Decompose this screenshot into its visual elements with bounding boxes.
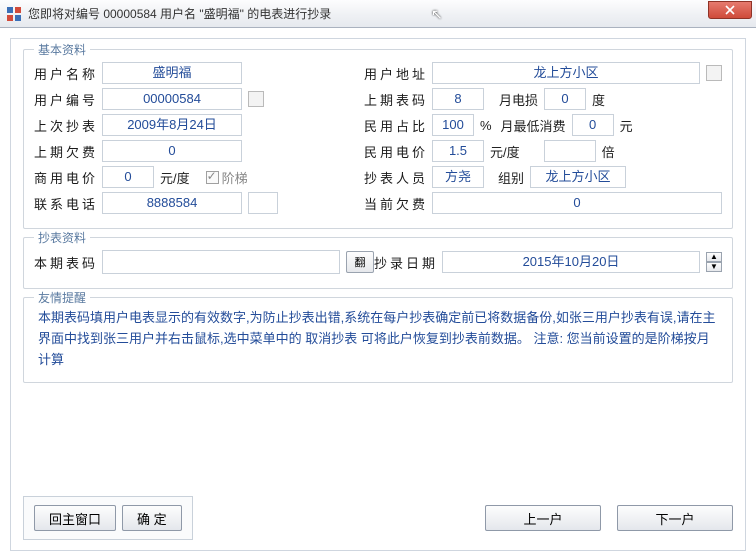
multiplier-unit: 倍 [602,142,615,161]
curcode-label: 本期表码 [34,253,96,272]
curcode-input[interactable] [102,250,340,274]
minconsume-label: 月最低消费 [498,116,566,135]
civilprice-unit: 元/度 [490,142,520,161]
footer-left-buttons: 回主窗口 确 定 [23,496,193,540]
username-label: 用户名称 [34,64,96,83]
prevcode-label: 上期表码 [364,90,426,109]
phone-extra-box[interactable] [248,192,278,214]
civilprice-label: 民用电价 [364,142,426,161]
ok-button[interactable]: 确 定 [122,505,182,531]
prevcode-field[interactable]: 8 [432,88,484,110]
monthloss-unit: 度 [592,90,605,109]
curarrears-label: 当前欠费 [364,194,426,213]
group-tip-legend: 友情提醒 [34,289,90,306]
spinner-down-icon[interactable]: ▼ [706,262,722,272]
cursor-icon: ↖ [431,6,443,23]
prevarrears-label: 上期欠费 [34,142,96,161]
monthloss-label: 月电损 [490,90,538,109]
group-label: 组别 [490,168,524,187]
ladder-label: 阶梯 [222,168,248,187]
bizprice-label: 商用电价 [34,168,96,187]
footer-right-buttons: 上一户 下一户 [485,505,733,531]
bizprice-unit: 元/度 [160,168,190,187]
phone-field[interactable]: 8888584 [102,192,242,214]
tip-text: 本期表码填用户电表显示的有效数字,为防止抄表出错,系统在每户抄表确定前已将数据备… [34,306,722,372]
group-basic-legend: 基本资料 [34,41,90,58]
spinner-up-icon[interactable]: ▲ [706,252,722,262]
civilprice-field[interactable]: 1.5 [432,140,484,162]
window-close-button[interactable] [708,1,752,19]
date-spinner[interactable]: ▲ ▼ [706,252,722,272]
close-icon [725,5,735,15]
multiplier-field[interactable] [544,140,596,162]
userno-field[interactable]: 00000584 [102,88,242,110]
footer: 回主窗口 确 定 上一户 下一户 [23,496,733,540]
monthloss-field[interactable]: 0 [544,88,586,110]
prev-user-button[interactable]: 上一户 [485,505,601,531]
username-field[interactable]: 盛明福 [102,62,242,84]
minconsume-unit: 元 [620,116,633,135]
phone-label: 联系电话 [34,194,96,213]
back-button[interactable]: 回主窗口 [34,505,116,531]
bizprice-field[interactable]: 0 [102,166,154,188]
app-icon [6,6,22,22]
group-reading-legend: 抄表资料 [34,229,90,246]
civilratio-unit: % [480,118,492,133]
userno-label: 用户编号 [34,90,96,109]
group-reading: 抄表资料 本期表码 翻 抄录日期 2015年10月20日 ▲ ▼ [23,237,733,289]
group-tip: 友情提醒 本期表码填用户电表显示的有效数字,为防止抄表出错,系统在每户抄表确定前… [23,297,733,383]
client-area: 基本资料 用户名称 盛明福 用户地址 龙上方小区 用户编号 00000584 上… [10,38,746,551]
readdate-field[interactable]: 2015年10月20日 [442,251,700,273]
minconsume-field[interactable]: 0 [572,114,614,136]
checkbox-icon [206,171,219,184]
curarrears-field[interactable]: 0 [432,192,722,214]
userno-checkbox[interactable] [248,91,264,107]
civilratio-field[interactable]: 100 [432,114,474,136]
flip-button[interactable]: 翻 [346,251,374,273]
lastread-field[interactable]: 2009年8月24日 [102,114,242,136]
group-field[interactable]: 龙上方小区 [530,166,626,188]
group-basic: 基本资料 用户名称 盛明福 用户地址 龙上方小区 用户编号 00000584 上… [23,49,733,229]
next-user-button[interactable]: 下一户 [617,505,733,531]
reader-label: 抄表人员 [364,168,426,187]
readdate-label: 抄录日期 [374,253,436,272]
reader-field[interactable]: 方尧 [432,166,484,188]
ladder-checkbox[interactable]: 阶梯 [206,168,248,187]
prevarrears-field[interactable]: 0 [102,140,242,162]
civilratio-label: 民用占比 [364,116,426,135]
titlebar: 您即将对编号 00000584 用户名 "盛明福" 的电表进行抄录 ↖ [0,0,756,28]
address-label: 用户地址 [364,64,426,83]
address-checkbox[interactable] [706,65,722,81]
lastread-label: 上次抄表 [34,116,96,135]
address-field[interactable]: 龙上方小区 [432,62,700,84]
window-title: 您即将对编号 00000584 用户名 "盛明福" 的电表进行抄录 [28,5,331,22]
